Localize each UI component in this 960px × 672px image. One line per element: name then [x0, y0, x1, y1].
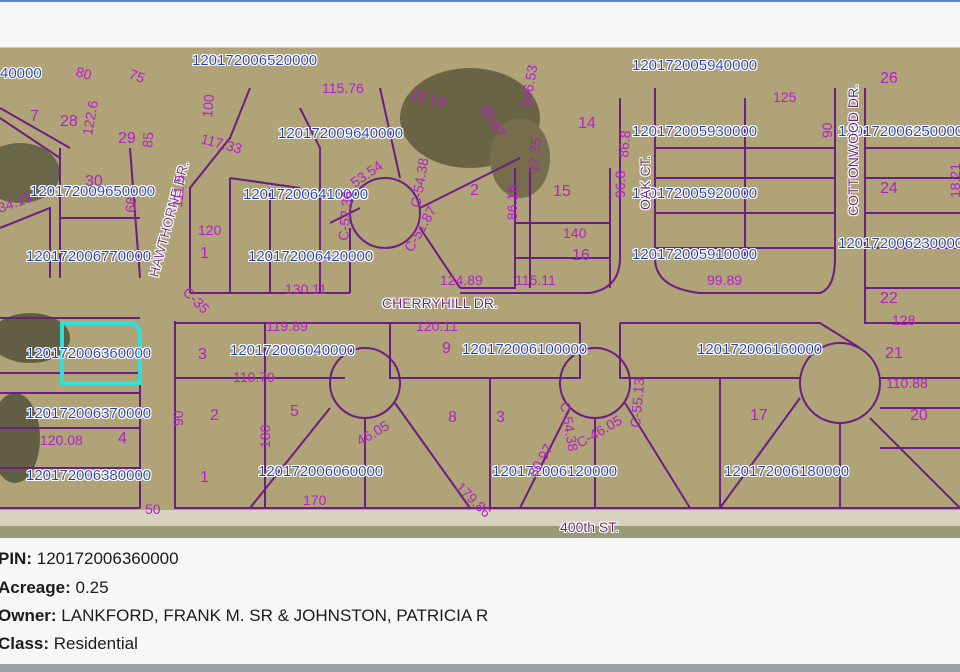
dimension-label: 124.89 — [440, 272, 483, 288]
class-row: Class: Residential — [0, 634, 138, 654]
pin-label[interactable]: 120172006370000 — [26, 405, 151, 422]
street-cherryhill: CHERRYHILL DR. — [382, 295, 498, 311]
lot-number: 22 — [880, 290, 898, 307]
pin-label[interactable]: 120172009640000 — [278, 125, 403, 142]
pin-label[interactable]: 40000 — [0, 65, 42, 82]
lot-number: 20 — [910, 407, 928, 424]
pin-label[interactable]: 120172006100000 — [462, 341, 587, 358]
lot-number: 2 — [470, 182, 479, 199]
dimension-label: 125 — [773, 89, 797, 105]
pin-label[interactable]: 120172006120000 — [492, 463, 617, 480]
dimension-label: 119.89 — [266, 318, 308, 334]
pin-label[interactable]: 120172006360000 — [26, 345, 151, 362]
pin-label[interactable]: 120172005940000 — [632, 57, 757, 74]
lot-number: 14 — [578, 115, 596, 132]
dimension-label: 85 — [139, 131, 156, 148]
dimension-label: 120 — [198, 222, 222, 238]
lot-number: 28 — [60, 113, 78, 130]
dimension-label: 111.5 — [169, 174, 188, 208]
dimension-label: 27.35 — [525, 137, 544, 174]
owner-value: LANKFORD, FRANK M. SR & JOHNSTON, PATRIC… — [61, 606, 489, 625]
lot-number: 15 — [553, 183, 571, 200]
lot-number: 3 — [496, 409, 505, 426]
parcel-map[interactable]: 120172006520000 120172009640000 12017200… — [0, 48, 960, 538]
dimension-label: 96.8 — [612, 171, 628, 198]
acreage-row: Acreage: 0.25 — [0, 578, 109, 598]
pin-label[interactable]: 120172006180000 — [724, 463, 849, 480]
pin-label[interactable]: 120172005910000 — [632, 246, 757, 263]
pin-label[interactable]: 120172006060000 — [258, 463, 383, 480]
dimension-label: 140 — [563, 225, 587, 241]
dimension-label: 110.88 — [886, 375, 928, 391]
dimension-label: 130.11 — [285, 281, 327, 297]
acreage-value: 0.25 — [75, 578, 109, 597]
lot-number: 30 — [85, 173, 103, 190]
lot-number: 17 — [750, 407, 768, 424]
dimension-label: 50 — [145, 501, 161, 517]
pin-value: 120172006360000 — [36, 549, 179, 568]
owner-row: Owner: LANKFORD, FRANK M. SR & JOHNSTON,… — [0, 606, 488, 626]
dimension-label: 18.21 — [947, 163, 960, 198]
pin-label[interactable]: 120172006230000 — [838, 235, 960, 252]
pin-label[interactable]: 120172006520000 — [192, 52, 317, 69]
pin-row: PIN: 120172006360000 — [0, 549, 179, 569]
pin-label[interactable]: 120172005930000 — [632, 123, 757, 140]
lot-number: 3 — [198, 346, 207, 363]
pin-label[interactable]: 120172006380000 — [26, 467, 151, 484]
lot-number: 21 — [885, 345, 903, 362]
bottom-strip — [0, 664, 960, 672]
dimension-label: 86.16 — [504, 185, 520, 220]
owner-label: Owner: — [0, 606, 57, 625]
pin-label[interactable]: 120172006770000 — [26, 248, 151, 265]
lot-number: 5 — [290, 403, 299, 420]
lot-number: 16 — [572, 247, 590, 264]
acreage-label: Acreage: — [0, 578, 71, 597]
parcel-info-panel: PIN: 120172006360000 Acreage: 0.25 Owner… — [0, 540, 960, 664]
pin-label[interactable]: 120172006420000 — [248, 248, 373, 265]
lot-number: 26 — [880, 70, 898, 87]
lot-number: 24 — [880, 180, 898, 197]
lot-number: 8 — [448, 409, 457, 426]
lot-number: 9 — [442, 340, 451, 357]
pin-label[interactable]: 120172006160000 — [697, 341, 822, 358]
dimension-label: 115.76 — [322, 80, 364, 96]
dimension-label: 120.11 — [416, 318, 458, 334]
class-value: Residential — [53, 634, 138, 653]
dimension-label: 115.11 — [515, 272, 556, 288]
lot-number: 1 — [200, 469, 209, 486]
lot-number: 2 — [210, 407, 219, 424]
lot-number: 29 — [118, 130, 136, 147]
dimension-label: 90 — [170, 410, 186, 426]
dimension-label: 110.79 — [233, 369, 275, 385]
lot-number: 1 — [200, 245, 209, 262]
street-400th: 400th ST. — [560, 519, 619, 535]
parcel-map-canvas[interactable]: 120172006520000 120172009640000 12017200… — [0, 48, 960, 538]
pin-label[interactable]: 120172006040000 — [230, 342, 355, 359]
dimension-label: 86.8 — [615, 130, 633, 159]
class-label: Class: — [0, 634, 50, 653]
street-oak: OAK CT. — [637, 156, 653, 210]
dimension-label: 100 — [199, 93, 217, 118]
top-toolbar — [0, 0, 960, 48]
street-cottonwood: COTTONWOOD DR. — [845, 84, 861, 216]
dimension-label: 90 — [819, 122, 835, 138]
lot-number: 7 — [30, 108, 39, 125]
dimension-label: 120.08 — [40, 432, 83, 448]
dimension-label: 170 — [303, 492, 327, 508]
dimension-label: 68 — [122, 196, 139, 213]
pin-label-text: PIN: — [0, 549, 32, 568]
lot-number: 4 — [118, 430, 127, 447]
dimension-label: 99.89 — [707, 272, 742, 288]
dimension-label: 180 — [257, 424, 273, 448]
dimension-label: 128 — [892, 312, 916, 328]
